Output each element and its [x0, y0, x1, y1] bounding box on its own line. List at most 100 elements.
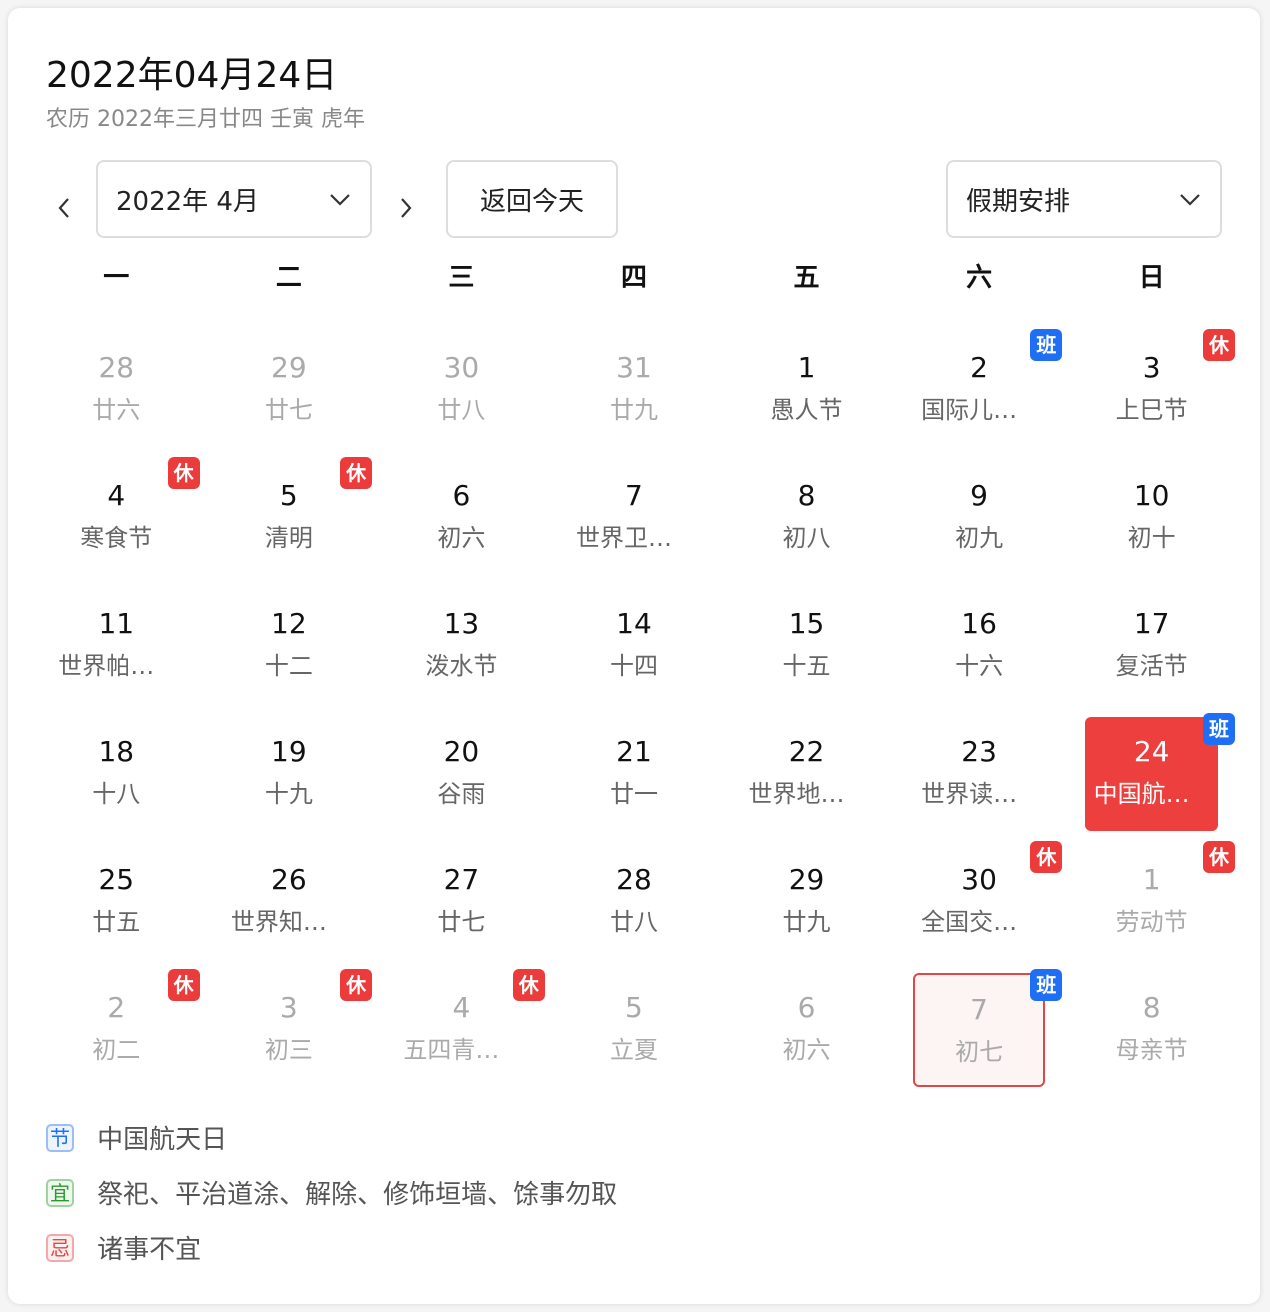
day-number: 23: [961, 735, 997, 768]
calendar-day-cell[interactable]: 26 世界知识产权日: [203, 841, 376, 969]
calendar-day-cell[interactable]: 7 初七 班: [893, 969, 1066, 1097]
day-label: 十八: [92, 780, 141, 808]
calendar-day-cell[interactable]: 10 初十: [1065, 457, 1238, 585]
weekday-label: 四: [620, 263, 647, 293]
day-number: 4: [452, 991, 471, 1024]
day-number: 6: [452, 479, 471, 512]
rest-day-badge: 休: [167, 969, 200, 1001]
weekday-label: 三: [448, 263, 475, 293]
day-cell-body: 9 初九: [913, 461, 1046, 575]
calendar-day-cell[interactable]: 2 国际儿童图书日 班: [893, 329, 1066, 457]
calendar-day-cell[interactable]: 28 廿八: [548, 841, 721, 969]
calendar-day-cell[interactable]: 5 立夏: [548, 969, 721, 1097]
calendar-day-cell[interactable]: 21 廿一: [548, 713, 721, 841]
rest-day-badge: 休: [1030, 841, 1063, 873]
day-label: 谷雨: [437, 780, 486, 808]
calendar-day-cell[interactable]: 24 中国航天日 班: [1065, 713, 1238, 841]
day-number: 12: [271, 607, 307, 640]
day-label: 初二: [92, 1036, 141, 1064]
calendar-day-cell[interactable]: 13 泼水节: [375, 585, 548, 713]
calendar-day-cell[interactable]: 17 复活节: [1065, 585, 1238, 713]
day-label: 母亲节: [1115, 1036, 1188, 1064]
calendar-day-cell[interactable]: 31 廿九: [548, 329, 721, 457]
chevron-right-icon: [401, 198, 412, 218]
day-number: 5: [279, 479, 298, 512]
calendar-day-cell[interactable]: 12 十二: [203, 585, 376, 713]
day-number: 3: [279, 991, 298, 1024]
calendar-day-cell[interactable]: 11 世界帕金森病日: [30, 585, 203, 713]
calendar-day-cell[interactable]: 18 十八: [30, 713, 203, 841]
calendar-day-cell[interactable]: 19 十九: [203, 713, 376, 841]
day-cell-body: 15 十五: [740, 589, 873, 703]
calendar-day-cell[interactable]: 6 初六: [720, 969, 893, 1097]
day-cell-body: 3 上巳节: [1085, 333, 1218, 447]
day-cell-body: 25 廿五: [50, 845, 183, 959]
calendar-day-cell[interactable]: 20 谷雨: [375, 713, 548, 841]
day-cell-body: 13 泼水节: [395, 589, 528, 703]
calendar-day-cell[interactable]: 3 初三 休: [203, 969, 376, 1097]
day-label: 泼水节: [425, 652, 498, 680]
calendar-day-cell[interactable]: 25 廿五: [30, 841, 203, 969]
calendar-day-cell[interactable]: 5 清明 休: [203, 457, 376, 585]
day-cell-body: 28 廿六: [50, 333, 183, 447]
day-number: 30: [443, 351, 480, 384]
day-number: 27: [443, 863, 480, 896]
day-cell-body: 5 清明: [223, 461, 356, 575]
calendar-day-cell[interactable]: 1 愚人节: [720, 329, 893, 457]
prev-month-button[interactable]: [46, 180, 82, 236]
day-label: 劳动节: [1115, 908, 1188, 936]
calendar-day-cell[interactable]: 16 十六: [893, 585, 1066, 713]
day-number: 1: [1142, 863, 1161, 896]
calendar-day-cell[interactable]: 8 初八: [720, 457, 893, 585]
calendar-day-cell[interactable]: 29 廿七: [203, 329, 376, 457]
day-number: 19: [271, 735, 307, 768]
calendar-day-cell[interactable]: 22 世界地球日: [720, 713, 893, 841]
calendar-day-cell[interactable]: 2 初二 休: [30, 969, 203, 1097]
calendar-day-cell[interactable]: 29 廿九: [720, 841, 893, 969]
day-number: 18: [98, 735, 135, 768]
day-label: 廿六: [92, 396, 141, 424]
calendar-day-cell[interactable]: 4 五四青年节 休: [375, 969, 548, 1097]
holiday-select[interactable]: 假期安排: [946, 160, 1222, 238]
day-cell-body: 14 十四: [568, 589, 701, 703]
calendar-day-cell[interactable]: 27 廿七: [375, 841, 548, 969]
day-number: 2: [107, 991, 126, 1024]
day-number: 8: [797, 479, 816, 512]
calendar-week-row: 18 十八 19 十九 20 谷雨 21 廿一 22 世界地球日 23 世界读书日 24 中国航天日 班: [30, 713, 1238, 841]
day-label: 中国航天日: [1093, 780, 1210, 808]
day-cell-body: 21 廿一: [568, 717, 701, 831]
month-select[interactable]: 2022年 4月: [96, 160, 372, 238]
day-label: 世界帕金森病日: [58, 652, 175, 680]
calendar-day-cell[interactable]: 4 寒食节 休: [30, 457, 203, 585]
day-number: 31: [616, 351, 652, 384]
calendar-day-cell[interactable]: 15 十五: [720, 585, 893, 713]
day-label: 五四青年节: [403, 1036, 520, 1064]
calendar-day-cell[interactable]: 30 全国交通安全反思日 休: [893, 841, 1066, 969]
calendar-day-cell[interactable]: 8 母亲节: [1065, 969, 1238, 1097]
calendar-day-cell[interactable]: 28 廿六: [30, 329, 203, 457]
day-cell-body: 8 初八: [740, 461, 873, 575]
day-cell-body: 24 中国航天日: [1085, 717, 1218, 831]
calendar-week-row: 28 廿六 29 廿七 30 廿八 31 廿九 1 愚人节 2 国际儿童图书日 班 3 上巳节 休: [30, 329, 1238, 457]
yi-tag: 宜: [46, 1178, 74, 1207]
next-month-button[interactable]: [388, 180, 424, 236]
work-day-badge: 班: [1030, 969, 1063, 1001]
lunar-date: 农历 2022年三月廿四 壬寅 虎年: [46, 107, 365, 132]
weekday-label: 一: [103, 263, 130, 293]
calendar-day-cell[interactable]: 6 初六: [375, 457, 548, 585]
day-label: 清明: [264, 524, 313, 552]
today-button[interactable]: 返回今天: [446, 160, 618, 238]
day-number: 9: [970, 479, 988, 512]
calendar-day-cell[interactable]: 9 初九: [893, 457, 1066, 585]
day-number: 4: [107, 479, 126, 512]
calendar-day-cell[interactable]: 3 上巳节 休: [1065, 329, 1238, 457]
calendar-day-cell[interactable]: 23 世界读书日: [893, 713, 1066, 841]
ji-text: 诸事不宜: [97, 1235, 202, 1265]
calendar-day-cell[interactable]: 14 十四: [548, 585, 721, 713]
calendar-day-cell[interactable]: 30 廿八: [375, 329, 548, 457]
rest-day-badge: 休: [512, 969, 545, 1001]
day-number: 28: [98, 351, 135, 384]
calendar-day-cell[interactable]: 1 劳动节 休: [1065, 841, 1238, 969]
day-cell-body: 4 寒食节: [50, 461, 183, 575]
calendar-day-cell[interactable]: 7 世界卫生日: [548, 457, 721, 585]
